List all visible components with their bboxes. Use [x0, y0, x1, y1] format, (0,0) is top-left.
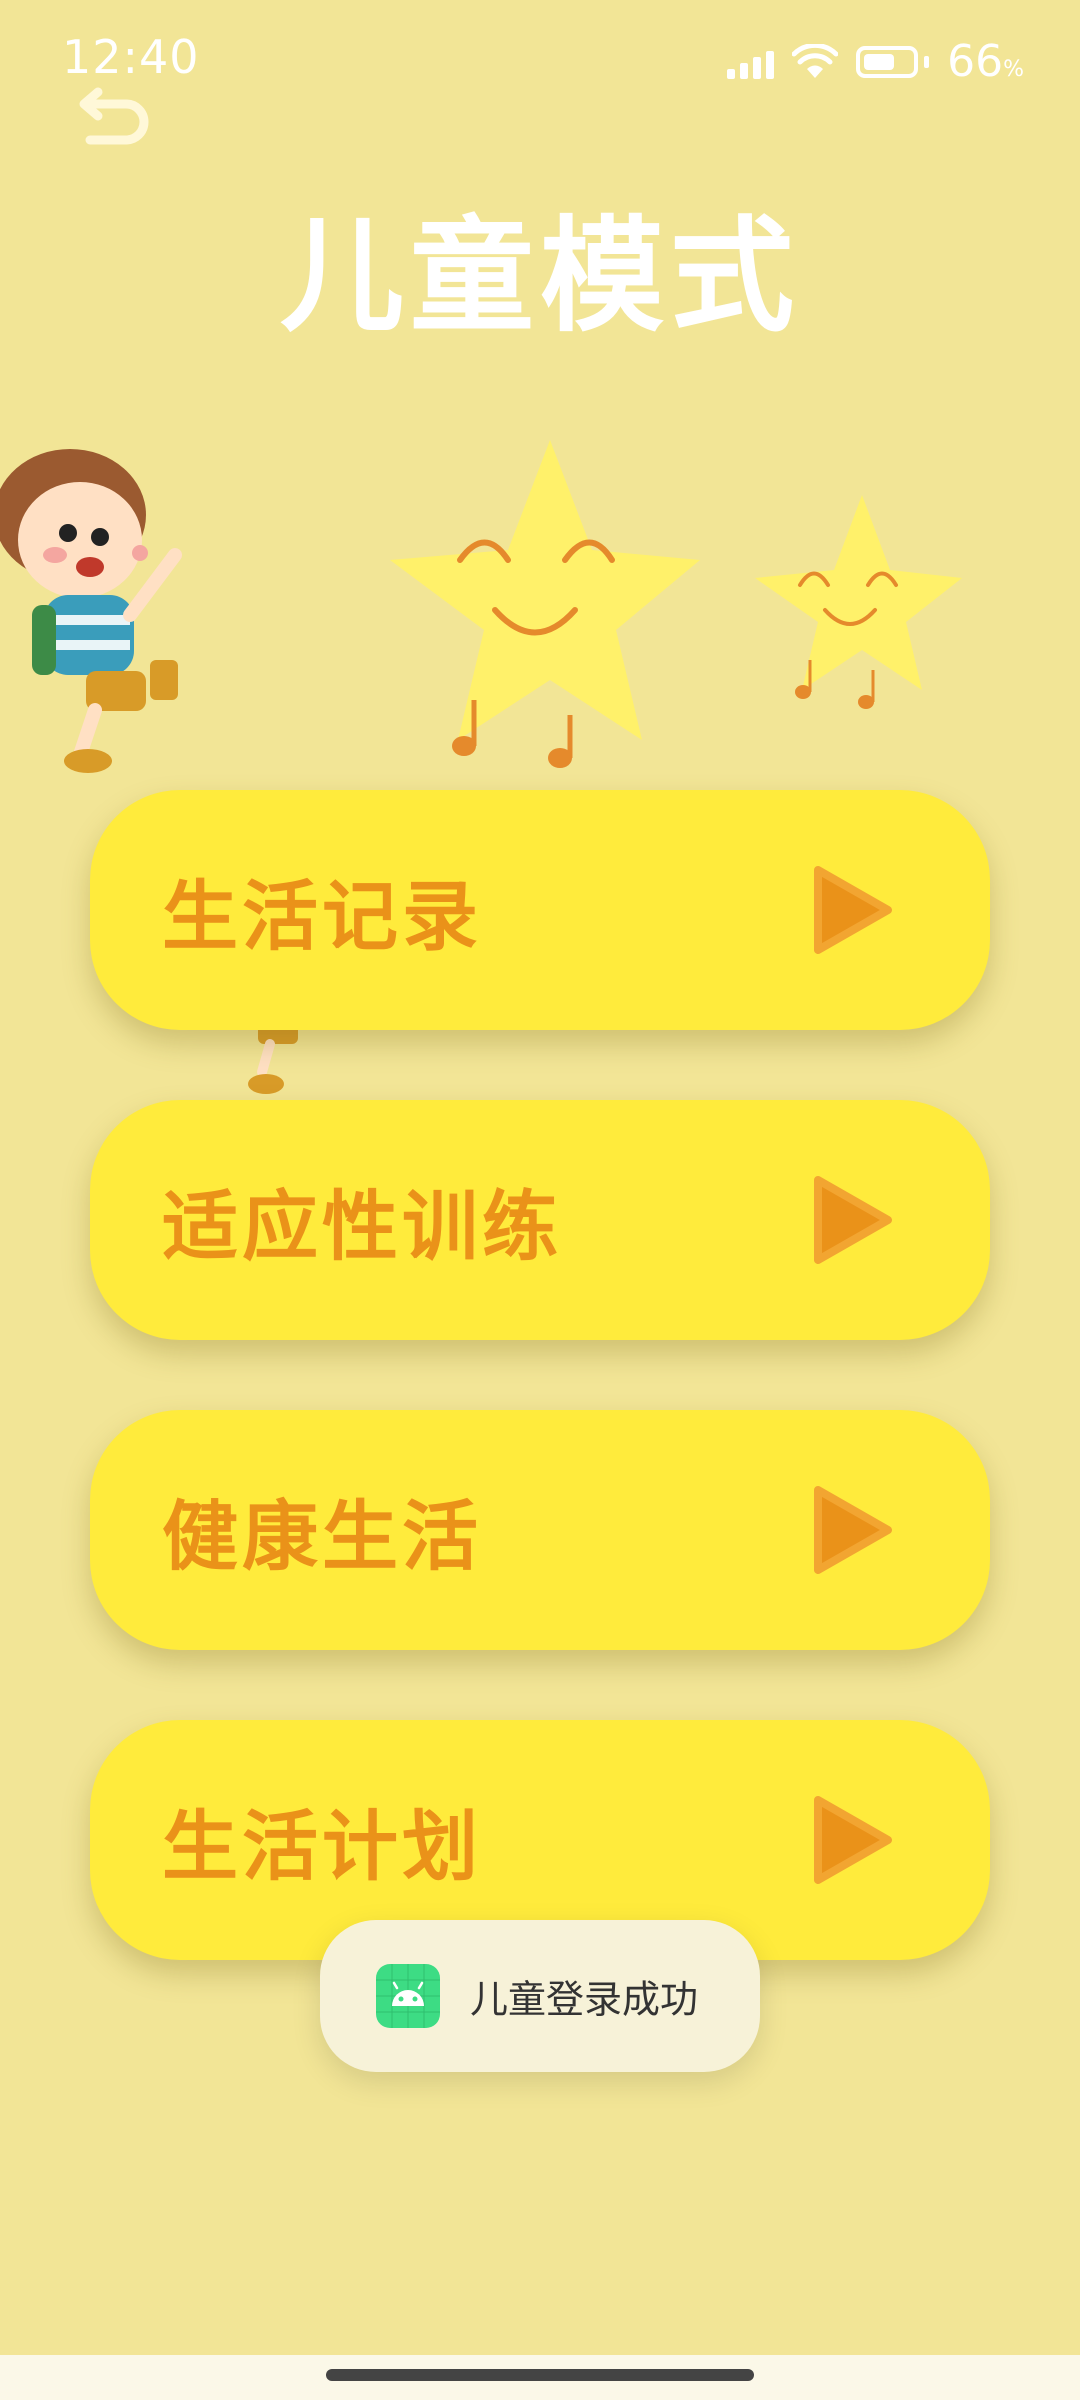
- small-smiling-star-illustration: [755, 495, 962, 709]
- play-arrow-icon: [814, 866, 892, 954]
- back-arrow-icon[interactable]: [76, 82, 156, 152]
- play-arrow-icon: [814, 1796, 892, 1884]
- kid-illustration: [0, 449, 182, 773]
- menu-item-healthy-living[interactable]: 健康生活: [90, 1410, 990, 1650]
- menu-item-label: 生活记录: [162, 872, 482, 961]
- battery-percent: 66%: [947, 36, 1024, 87]
- play-arrow-icon: [814, 1176, 892, 1264]
- menu-item-label: 适应性训练: [162, 1182, 562, 1271]
- battery-icon: [856, 45, 930, 78]
- smiling-star-illustration: [390, 440, 700, 768]
- home-indicator[interactable]: [326, 2369, 754, 2381]
- menu-item-label: 生活计划: [162, 1802, 482, 1891]
- status-icons: 66%: [727, 36, 1024, 87]
- toast-notification: 儿童登录成功: [320, 1920, 760, 2072]
- android-app-icon: [376, 1964, 440, 2028]
- signal-icon: [727, 45, 775, 79]
- navigation-bar: [0, 2355, 1080, 2400]
- kid-illustration-fragment: [248, 1018, 298, 1094]
- toast-message: 儿童登录成功: [470, 1977, 699, 2022]
- wifi-icon: [792, 43, 839, 78]
- status-bar: 12:40 66%: [0, 0, 1080, 110]
- play-arrow-icon: [814, 1486, 892, 1574]
- menu-item-label: 健康生活: [162, 1492, 482, 1581]
- menu-item-adaptive-training[interactable]: 适应性训练: [90, 1100, 990, 1340]
- page-title: 儿童模式: [279, 205, 800, 349]
- status-time: 12:40: [62, 30, 200, 84]
- menu-item-life-record[interactable]: 生活记录: [90, 790, 990, 1030]
